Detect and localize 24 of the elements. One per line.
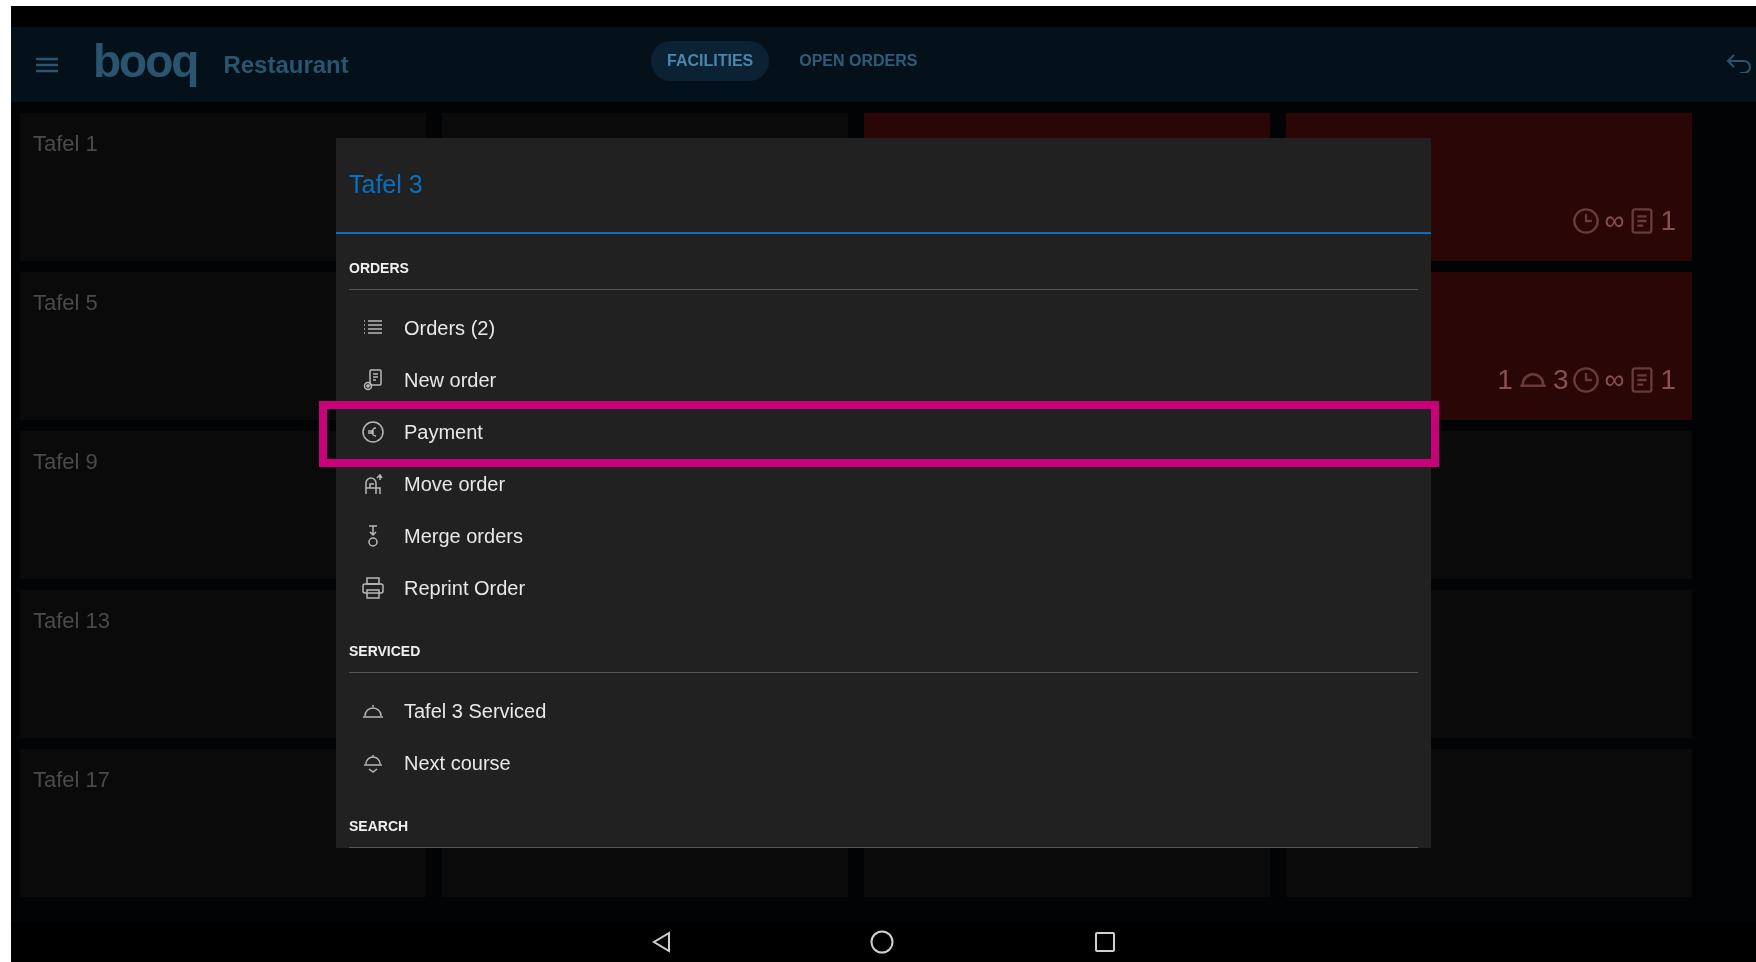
badge-text: 1 — [1497, 366, 1513, 394]
recents-icon[interactable] — [1095, 932, 1115, 952]
badge-text: ∞ — [1604, 366, 1625, 394]
tab[interactable]: OPEN ORDERS — [783, 41, 934, 81]
badge-text: ∞ — [1604, 207, 1625, 235]
tile-label: Tafel 13 — [33, 607, 111, 635]
section-header: SEARCH — [349, 817, 409, 836]
home-icon[interactable] — [870, 930, 894, 954]
section-header: SERVICED — [349, 642, 421, 661]
printer-icon — [361, 576, 385, 600]
badge-text: 1 — [1660, 207, 1676, 235]
clock-icon — [1572, 207, 1601, 235]
tile-label: Tafel 9 — [33, 448, 98, 476]
app-title: Restaurant — [223, 49, 349, 80]
receipt-plus-icon — [361, 368, 385, 392]
badge-text: 3 — [1552, 366, 1569, 394]
badge-text: 1 — [1660, 366, 1676, 394]
dialog-title: Tafel 3 — [349, 169, 423, 201]
tile-label: Tafel 1 — [33, 130, 98, 158]
tab[interactable]: FACILITIES — [651, 41, 770, 81]
clock-icon — [1572, 366, 1601, 394]
menu-icon[interactable] — [36, 56, 58, 73]
tile-label: Tafel 5 — [33, 289, 98, 317]
tile-label: Tafel 17 — [33, 766, 111, 794]
